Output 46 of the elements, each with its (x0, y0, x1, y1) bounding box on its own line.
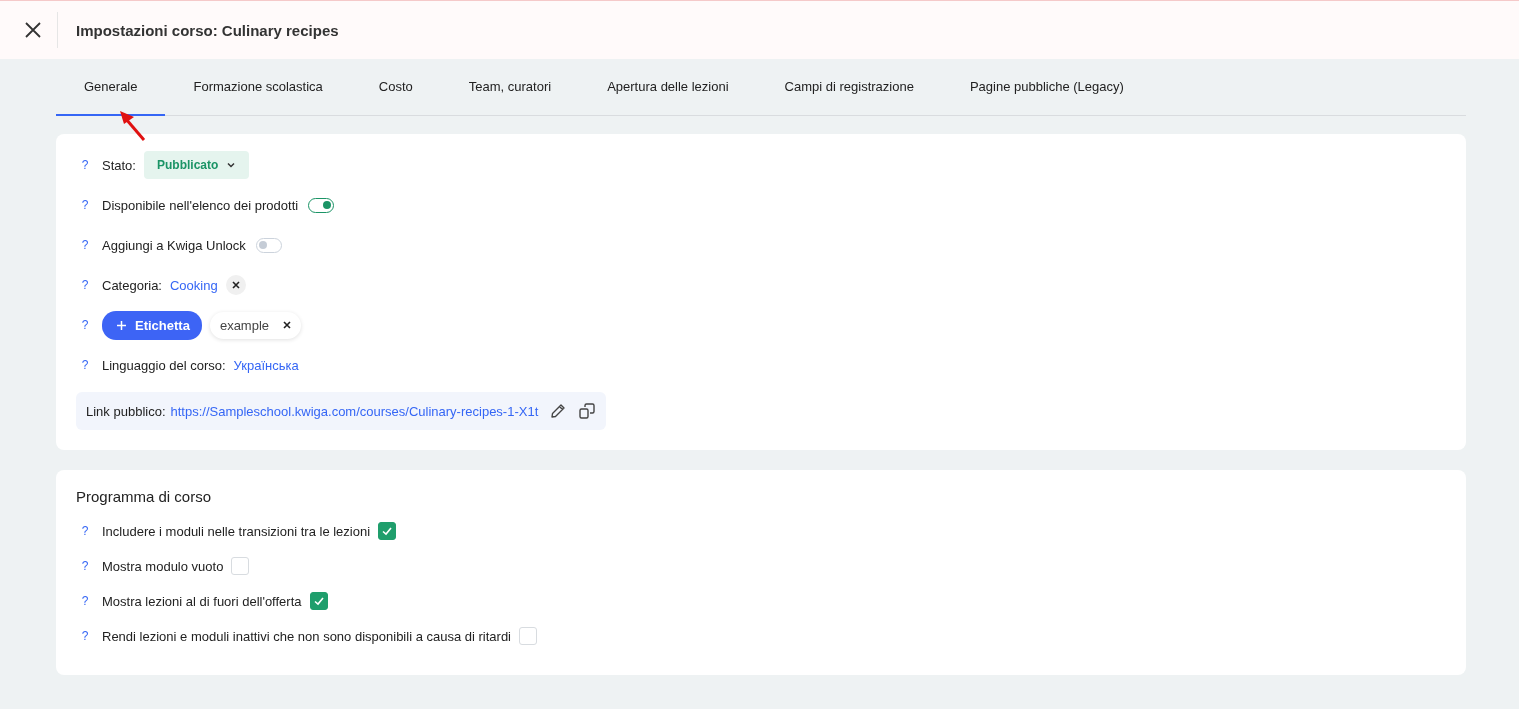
field-label: Linguaggio del corso: (102, 357, 226, 373)
field-label: Disponibile nell'elenco dei prodotti (102, 197, 299, 213)
public-url-link[interactable]: https://Sampleschool.kwiga.com/courses/Culinary-recipes-1-X1t (170, 403, 539, 419)
close-icon[interactable] (283, 321, 292, 329)
option-label: Mostra modulo vuoto (102, 558, 224, 574)
field-label: Categoria: (102, 277, 162, 293)
annotation-arrow-icon (118, 109, 148, 143)
add-tag-button[interactable]: Etichetta (102, 310, 202, 340)
option-label: Mostra lezioni al di fuori dell'offerta (102, 593, 302, 609)
category-link[interactable]: Cooking (170, 277, 218, 293)
tab[interactable]: Formazione scolastica (165, 59, 351, 116)
plus-icon (116, 319, 127, 331)
field-label: Stato: (102, 157, 136, 173)
help-link[interactable]: ? (76, 238, 94, 252)
tab[interactable]: Costo (350, 59, 441, 116)
option-label: Includere i moduli nelle transizioni tra le lezioni (102, 523, 371, 539)
tag-label: example (219, 317, 270, 333)
check-icon (381, 525, 394, 537)
help-link[interactable]: ? (76, 198, 94, 212)
chevron-down-icon (226, 160, 237, 170)
tab[interactable]: Team, curatori (440, 59, 580, 116)
remove-button[interactable] (225, 275, 246, 295)
help-link[interactable]: ? (76, 524, 94, 538)
checkbox[interactable] (309, 592, 328, 610)
help-link[interactable]: ? (76, 158, 94, 172)
status-dropdown[interactable]: Pubblicato (143, 151, 250, 179)
check-icon (312, 595, 325, 607)
copy-icon[interactable] (578, 402, 597, 420)
help-link[interactable]: ? (76, 318, 94, 332)
checkbox[interactable] (378, 522, 397, 540)
tab[interactable]: Apertura delle lezioni (579, 59, 757, 116)
help-link[interactable]: ? (76, 278, 94, 292)
window-title: Impostazioni corso: Culinary recipes (76, 21, 339, 39)
option-label: Rendi lezioni e moduli inattivi che non sono disponibili a causa di ritardi (102, 628, 511, 644)
help-link[interactable]: ? (76, 559, 94, 573)
language-link[interactable]: Українська (233, 357, 299, 373)
close-icon (231, 281, 240, 289)
tab[interactable]: Pagine pubbliche (Legacy) (941, 59, 1152, 116)
tab[interactable]: Campi di registrazione (756, 59, 942, 116)
field-label: Aggiungi a Kwiga Unlock (102, 237, 246, 253)
section-title: Programma di corso (76, 488, 213, 505)
help-link[interactable]: ? (76, 358, 94, 372)
field-label: Link pubblico: (86, 403, 166, 419)
close-icon (23, 21, 42, 39)
help-link[interactable]: ? (76, 594, 94, 608)
help-link[interactable]: ? (76, 629, 94, 643)
